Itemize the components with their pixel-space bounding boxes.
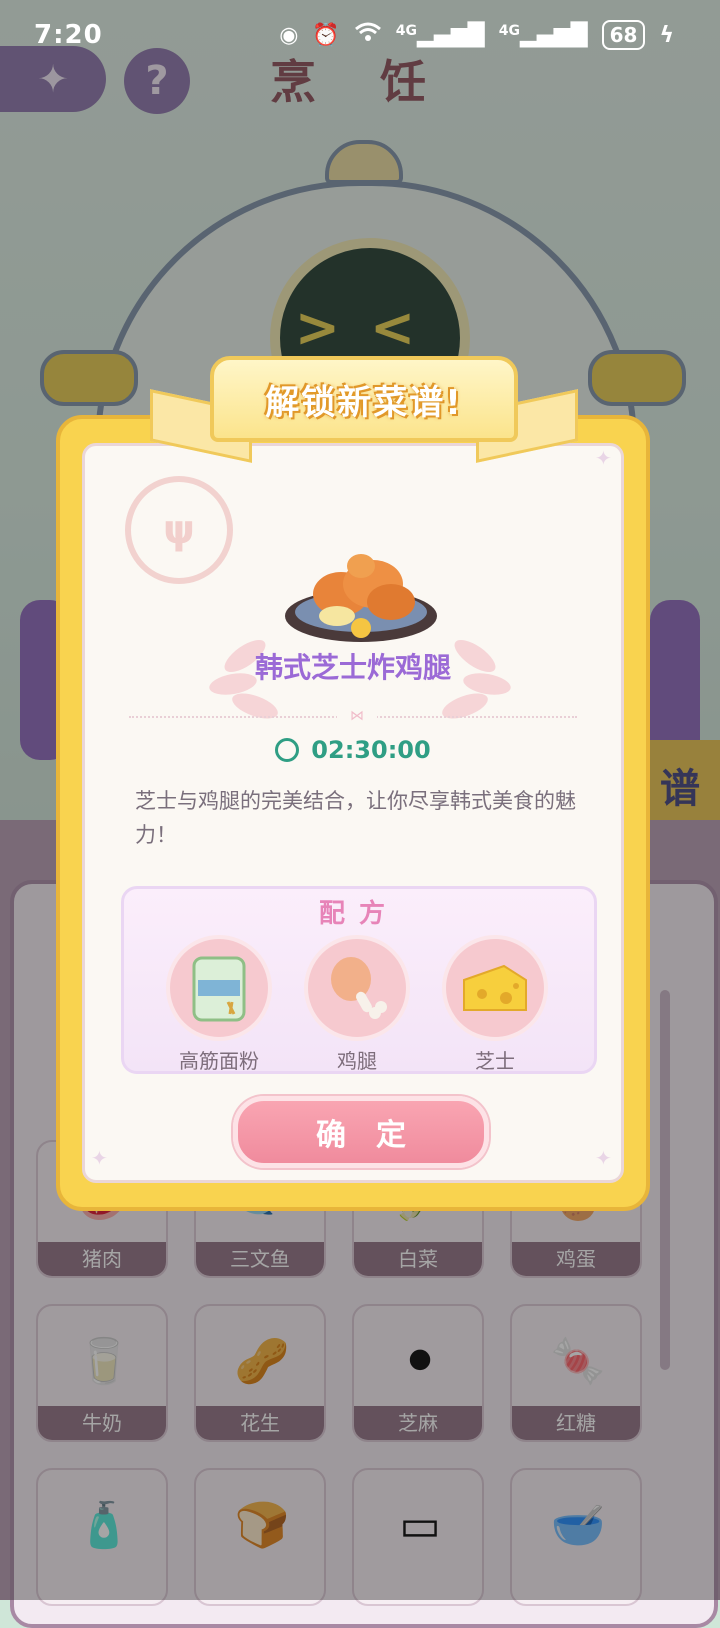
- signal-icon-1: 4G▂▄▆█: [395, 22, 485, 48]
- dialog-card: ψ ✦ ✦ ✦ 韩式芝士炸鸡腿 ⋈ 02:30:00 芝士与鸡腿的完美结合，让你…: [82, 443, 624, 1183]
- recipe-title: 配方: [318, 899, 399, 929]
- sparkle-icon: ✦: [595, 446, 612, 470]
- dish-description: 芝士与鸡腿的完美结合，让你尽享韩式美食的魅力！: [135, 789, 576, 847]
- unlock-ribbon: 解锁新菜谱!: [210, 356, 518, 442]
- sparkle-icon: ✦: [595, 1146, 612, 1170]
- cheese-icon: [442, 935, 548, 1041]
- bow-icon: ⋈: [337, 708, 377, 724]
- recipe-box: 配方 高筋面粉 鸡腿 芝士: [121, 886, 597, 1074]
- status-bar: 7:20 ◉ ⏰ 4G▂▄▆█ 4G▂▄▆█ 68 ϟ: [0, 0, 720, 72]
- unlock-recipe-dialog: ψ ✦ ✦ ✦ 韩式芝士炸鸡腿 ⋈ 02:30:00 芝士与鸡腿的完美结合，让你…: [56, 415, 650, 1211]
- recipe-ingredient-label: 芝士: [475, 1049, 515, 1073]
- cook-time-value: 02:30:00: [311, 736, 431, 764]
- alarm-icon: ⏰: [312, 22, 340, 48]
- wifi-icon: [354, 21, 382, 49]
- confirm-button[interactable]: 确定: [233, 1096, 489, 1168]
- cook-time: 02:30:00: [85, 736, 621, 764]
- recipe-ingredient-label: 鸡腿: [337, 1049, 377, 1073]
- fork-knife-stamp-icon: ψ: [125, 476, 233, 584]
- charging-icon: ϟ: [659, 22, 674, 48]
- signal-icon-2: 4G▂▄▆█: [498, 22, 588, 48]
- dish-name: 韩式芝士炸鸡腿: [254, 651, 451, 684]
- sparkle-icon: ✦: [91, 1146, 108, 1170]
- clock-icon: [275, 738, 300, 762]
- recipe-ingredient[interactable]: 高筋面粉: [164, 935, 274, 1074]
- fried-chicken-dish-icon: [285, 554, 437, 642]
- battery-icon: 68: [601, 20, 646, 50]
- unlock-ribbon-title: 解锁新菜谱!: [265, 382, 463, 423]
- recipe-ingredient-label: 高筋面粉: [179, 1049, 259, 1073]
- status-icons: ◉ ⏰ 4G▂▄▆█ 4G▂▄▆█ 68 ϟ: [279, 20, 674, 50]
- status-time: 7:20: [34, 20, 103, 50]
- recipe-ingredient[interactable]: 鸡腿: [302, 935, 412, 1074]
- recipe-ingredient[interactable]: 芝士: [440, 935, 550, 1074]
- confirm-button-label: 确定: [316, 1118, 436, 1153]
- flour-bag-icon: [166, 935, 272, 1041]
- eye-icon: ◉: [279, 22, 299, 48]
- chicken-leg-icon: [304, 935, 410, 1041]
